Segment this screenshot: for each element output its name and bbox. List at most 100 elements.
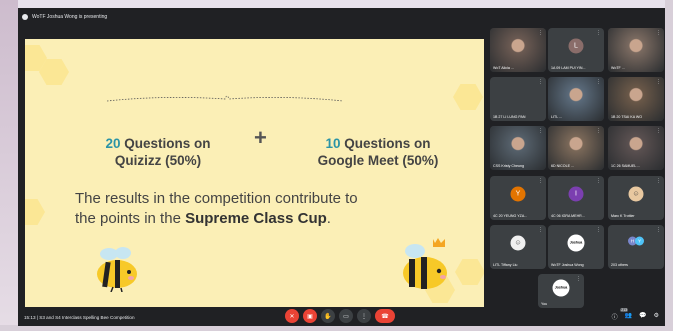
results-text: The results in the competition contribut… [75, 189, 435, 229]
avatar: Y [510, 186, 526, 202]
participant-name: 1B 20 TSAI KA WO [611, 115, 643, 119]
tile-menu-icon[interactable]: ⋮ [656, 30, 661, 36]
tile-menu-icon[interactable]: ⋮ [596, 79, 601, 85]
results-line2-post: . [326, 210, 331, 227]
meeting-separator: | [36, 315, 38, 320]
participant-name: CSS Kristy Cheung [493, 164, 524, 168]
mic-off-icon[interactable]: ✕ [285, 309, 299, 323]
more-icon[interactable]: ⋮ [357, 309, 371, 323]
background-left [0, 0, 18, 331]
tile-menu-icon[interactable]: ⋮ [576, 276, 581, 282]
avatar: I [568, 186, 584, 202]
results-line1: The results in the competition contribut… [75, 190, 358, 207]
tile-menu-icon[interactable]: ⋮ [596, 30, 601, 36]
participant-name: 203 others [611, 263, 628, 267]
participant-tile[interactable]: ⋮ 1B 27 LI LUNG PAN [490, 77, 546, 121]
participant-tile[interactable]: Y ⋮ 4C 20 YEUNG YZA... [490, 176, 546, 220]
presentation-slide: 20 Questions on Quizizz (50%) + 10 Quest… [25, 39, 484, 307]
bee-illustration [97, 247, 137, 292]
participant-name: WoT Alicia ... [493, 66, 514, 70]
meeting-time: 15:13 [24, 315, 36, 320]
tile-menu-icon[interactable]: ⋮ [596, 227, 601, 233]
participant-tile[interactable]: H Y ⋮ 203 others [608, 225, 664, 269]
logo-avatar: Joshua [567, 234, 585, 252]
camera-off-icon[interactable]: ▣ [303, 309, 317, 323]
meet-count: 10 [325, 136, 341, 151]
tile-menu-icon[interactable]: ⋮ [596, 178, 601, 184]
participant-tile[interactable]: I ⋮ 4C 06 IGRA MEHR... [548, 176, 604, 220]
results-line2-pre: the points in the [75, 210, 186, 227]
participant-name: 4C 06 IGRA MEHR... [551, 214, 585, 218]
call-controls: ✕ ▣ ✋ ▭ ⋮ ☎ [285, 309, 395, 323]
presenting-text: WoTF Joshua Wong is presenting [32, 14, 108, 20]
chat-icon[interactable]: 💬 [639, 312, 646, 321]
meet-line2: Google Meet (50%) [317, 153, 439, 168]
raise-hand-icon[interactable]: ✋ [321, 309, 335, 323]
background-right [665, 0, 673, 331]
participant-tile[interactable]: ☺ ⋮ LITL Tiffany Liu [490, 225, 546, 269]
tile-menu-icon[interactable]: ⋮ [656, 79, 661, 85]
tile-menu-icon[interactable]: ⋮ [538, 178, 543, 184]
participant-name: LITL ... [551, 115, 563, 119]
participant-tile[interactable]: ⋮ WoTF ... [608, 28, 664, 72]
meeting-title: S3 and S4 Interclass Spelling Bee Compet… [39, 315, 135, 320]
participant-tile[interactable]: ⋮ LITL ... [548, 77, 604, 121]
screen: WoTF Joshua Wong is presenting 20 Questi… [0, 0, 673, 331]
participant-tile[interactable]: L ⋮ 1A 09 LAM PUI YIN... [548, 28, 604, 72]
hexagon-decoration [455, 259, 484, 285]
participant-name: LITL Tiffany Liu [493, 263, 518, 267]
avatar: Y [635, 236, 644, 246]
participant-name: You [541, 302, 548, 306]
tile-menu-icon[interactable]: ⋮ [538, 30, 543, 36]
plus-sign: + [254, 125, 267, 150]
people-icon[interactable]: 👥 213 [620, 308, 632, 321]
tile-menu-icon[interactable]: ⋮ [538, 79, 543, 85]
quizizz-label: Questions on [124, 136, 211, 151]
side-tools: ⓘ 👥 213 💬 ⚙ [612, 308, 659, 321]
participant-tile[interactable]: ⋮ 6D NICOLE ... [548, 126, 604, 170]
participant-tile[interactable]: ⋮ CSS Kristy Cheung [490, 126, 546, 170]
logo-avatar: Joshua [552, 279, 570, 297]
others-avatars: HY [628, 236, 644, 246]
presenter-icon [22, 14, 28, 20]
participant-name: 1C 26 SAMUEL ... [611, 164, 641, 168]
hexagon-decoration [25, 199, 45, 225]
participant-name: Marc K Trottier [611, 214, 635, 218]
activities-icon[interactable]: ⚙ [654, 312, 659, 321]
supreme-class-cup: Supreme Class Cup [185, 210, 327, 227]
hexagon-decoration [453, 84, 483, 110]
google-meet-window: WoTF Joshua Wong is presenting 20 Questi… [18, 8, 665, 326]
presenting-banner: WoTF Joshua Wong is presenting [22, 11, 107, 23]
participant-tile[interactable]: ⋮ WoT Alicia ... [490, 28, 546, 72]
avatar: ☺ [628, 186, 644, 202]
participant-name: 1B 27 LI LUNG PAN [493, 115, 526, 119]
avatar: ☺ [510, 235, 526, 251]
participant-tile[interactable]: Joshua ⋮ You [538, 274, 584, 308]
participant-name: 6D NICOLE ... [551, 164, 574, 168]
quizizz-line2: Quizizz (50%) [114, 153, 202, 168]
hangup-icon[interactable]: ☎ [375, 309, 395, 323]
present-icon[interactable]: ▭ [339, 309, 353, 323]
quizizz-questions: 20 Questions on Quizizz (50%) [87, 135, 229, 169]
participant-tile[interactable]: ☺ ⋮ Marc K Trottier [608, 176, 664, 220]
tile-menu-icon[interactable]: ⋮ [538, 227, 543, 233]
decorative-divider [106, 95, 344, 102]
tile-menu-icon[interactable]: ⋮ [656, 128, 661, 134]
participant-tile[interactable]: ⋮ 1C 26 SAMUEL ... [608, 126, 664, 170]
avatar: L [568, 38, 584, 54]
participant-name: WoTF Joshua Wong [551, 263, 584, 267]
people-count-badge: 213 [620, 308, 629, 312]
participant-name: 4C 20 YEUNG YZA... [493, 214, 528, 218]
participant-tile[interactable]: ⋮ 1B 20 TSAI KA WO [608, 77, 664, 121]
meet-questions: 10 Questions on Google Meet (50%) [307, 135, 449, 169]
participant-tile[interactable]: Joshua ⋮ WoTF Joshua Wong [548, 225, 604, 269]
participant-name: 1A 09 LAM PUI YIN... [551, 66, 586, 70]
info-icon[interactable]: ⓘ [612, 312, 618, 321]
meeting-info: 15:13 | S3 and S4 Interclass Spelling Be… [24, 315, 135, 320]
tile-menu-icon[interactable]: ⋮ [538, 128, 543, 134]
tile-menu-icon[interactable]: ⋮ [656, 178, 661, 184]
tile-menu-icon[interactable]: ⋮ [656, 227, 661, 233]
queen-bee-illustration [403, 238, 447, 289]
tile-menu-icon[interactable]: ⋮ [596, 128, 601, 134]
participant-name: WoTF ... [611, 66, 625, 70]
